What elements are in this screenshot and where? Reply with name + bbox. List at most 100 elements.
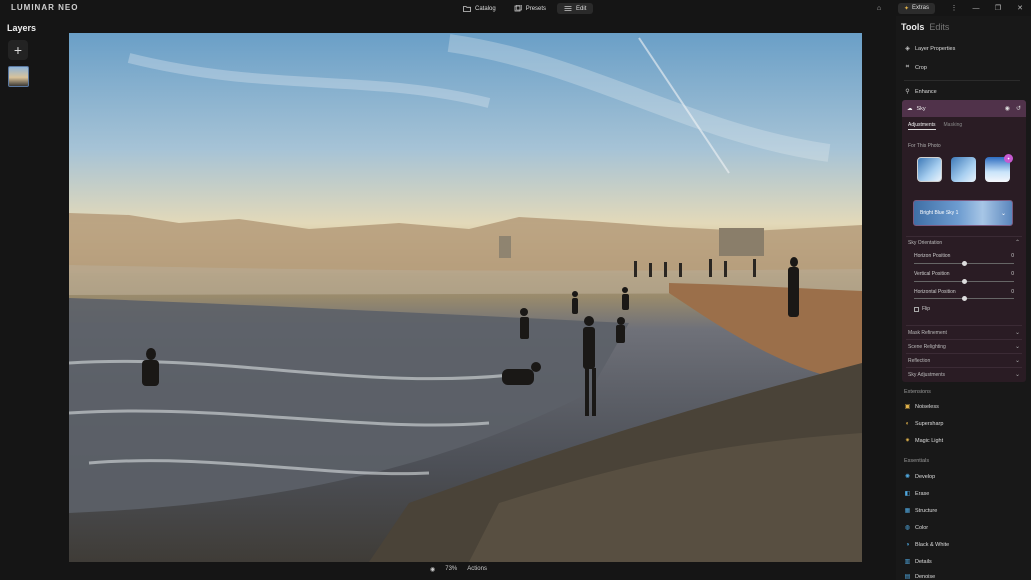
- sky-preset-2[interactable]: [951, 157, 976, 182]
- sky-header[interactable]: ☁ Sky ◉ ↺: [902, 100, 1026, 117]
- canvas-toolbar: ◉ 73% Actions: [430, 563, 487, 575]
- tab-adjustments[interactable]: Adjustments: [908, 122, 936, 130]
- slider-label: Horizontal Position: [914, 289, 956, 295]
- section-label: Sky Adjustments: [908, 371, 945, 378]
- tool-enhance[interactable]: ⚲ Enhance: [904, 88, 936, 96]
- cloud-icon: ☁: [907, 105, 913, 112]
- section-mask-refinement[interactable]: Mask Refinement ⌄: [908, 329, 1020, 337]
- minimize-icon[interactable]: —: [965, 0, 987, 16]
- section-reflection[interactable]: Reflection ⌄: [908, 357, 1020, 365]
- bell-icon[interactable]: ⌂: [868, 0, 890, 16]
- section-label: Mask Refinement: [908, 329, 947, 336]
- app-logo: LUMINAR NEO: [11, 3, 79, 12]
- chevron-up-icon: ⌃: [1014, 240, 1020, 246]
- slider-label: Vertical Position: [914, 271, 950, 277]
- sky-preset-1[interactable]: [917, 157, 942, 182]
- crop-icon: ⌗: [905, 64, 910, 70]
- tab-catalog-label: Catalog: [475, 5, 496, 12]
- tool-label: Erase: [915, 490, 930, 497]
- tool-structure[interactable]: ▦ Structure: [904, 507, 938, 515]
- slider-horizon-position: Horizon Position 0: [914, 253, 1014, 259]
- essentials-title: Essentials: [904, 458, 930, 464]
- divider: [906, 353, 1022, 354]
- section-sky-adjustments[interactable]: Sky Adjustments ⌄: [908, 371, 1020, 379]
- details-icon: ▥: [904, 559, 911, 565]
- flip-checkbox[interactable]: Flip: [914, 306, 930, 312]
- divider: [906, 236, 1022, 237]
- extras-icon: ✦: [903, 5, 909, 12]
- slider-vertical-position: Vertical Position 0: [914, 271, 1014, 277]
- tool-denoise[interactable]: ▤ Denoise: [904, 573, 936, 580]
- sliders-icon: [564, 6, 572, 11]
- add-layer-button[interactable]: +: [8, 40, 28, 60]
- extras-button[interactable]: ✦ Extras: [897, 2, 935, 14]
- chevron-down-icon: ⌄: [1000, 210, 1006, 217]
- slider-knob[interactable]: [961, 279, 967, 284]
- section-label: Reflection: [908, 357, 931, 364]
- close-icon[interactable]: ✕: [1009, 0, 1031, 16]
- extensions-title: Extensions: [904, 389, 931, 395]
- slider-value[interactable]: 0: [1011, 271, 1014, 277]
- folder-icon: [463, 6, 471, 12]
- tool-details[interactable]: ▥ Details: [904, 558, 932, 566]
- tool-label: Details: [915, 558, 932, 565]
- tool-noiseless[interactable]: ▣ Noiseless: [904, 403, 939, 411]
- extras-label: Extras: [911, 5, 929, 11]
- layers-title: Layers: [7, 23, 37, 33]
- sky-selection-dropdown[interactable]: Bright Blue Sky 1 ⌄: [913, 200, 1013, 226]
- photo-canvas[interactable]: [69, 33, 862, 562]
- sky-orientation-header[interactable]: Sky Orientation ⌃: [908, 239, 1020, 247]
- photo-image: [69, 34, 862, 562]
- checkbox-box[interactable]: [914, 306, 919, 312]
- tab-edit[interactable]: Edit: [557, 3, 594, 14]
- tab-presets-label: Presets: [525, 5, 547, 12]
- selected-sky-label: Bright Blue Sky 1: [920, 210, 959, 216]
- title-bar: LUMINAR NEO Catalog Presets Edit ⌂ ✦ Ext…: [0, 0, 1031, 16]
- sky-subtabs: Adjustments Masking: [908, 122, 962, 130]
- flip-label: Flip: [922, 306, 931, 312]
- maximize-icon[interactable]: ❐: [987, 0, 1009, 16]
- tool-erase[interactable]: ◧ Erase: [904, 490, 930, 498]
- tool-label: Noiseless: [915, 403, 939, 410]
- tool-label: Develop: [915, 473, 936, 480]
- eye-icon[interactable]: ◉: [430, 566, 435, 573]
- chevron-down-icon: ⌄: [1014, 344, 1020, 350]
- sky-title: Sky: [916, 105, 926, 112]
- app-window: LUMINAR NEO Catalog Presets Edit ⌂ ✦ Ext…: [0, 0, 1031, 580]
- develop-icon: ✺: [904, 474, 911, 480]
- tool-crop[interactable]: ⌗ Crop: [904, 64, 927, 71]
- tool-label: Color: [915, 524, 929, 531]
- tool-label: Layer Properties: [915, 45, 956, 52]
- divider: [906, 325, 1022, 326]
- reset-icon[interactable]: ↺: [1016, 105, 1021, 112]
- tool-label: Supersharp: [915, 420, 944, 427]
- menu-icon[interactable]: ⋮: [943, 0, 965, 16]
- section-scene-relighting[interactable]: Scene Relighting ⌄: [908, 343, 1020, 351]
- zoom-level[interactable]: 73%: [445, 566, 457, 572]
- tab-masking[interactable]: Masking: [944, 122, 963, 130]
- edits-tab[interactable]: Edits: [929, 22, 949, 32]
- supersharp-icon: ◐: [905, 420, 910, 427]
- tool-magic-light[interactable]: ✷ Magic Light: [904, 437, 943, 445]
- tool-label: Structure: [915, 507, 938, 514]
- tools-tab[interactable]: Tools: [901, 22, 924, 32]
- actions-menu[interactable]: Actions: [467, 566, 487, 572]
- tool-develop[interactable]: ✺ Develop: [904, 473, 936, 481]
- visibility-icon[interactable]: ◉: [1005, 105, 1010, 112]
- slider-value[interactable]: 0: [1011, 289, 1014, 295]
- tool-color[interactable]: ◍ Color: [904, 524, 929, 532]
- slider-value[interactable]: 0: [1011, 253, 1014, 259]
- tab-presets[interactable]: Presets: [507, 3, 553, 14]
- slider-knob[interactable]: [961, 296, 967, 301]
- chevron-down-icon: ⌄: [1014, 372, 1020, 378]
- tool-black-white[interactable]: ◑ Black & White: [904, 541, 950, 548]
- slider-label: Horizon Position: [914, 253, 951, 259]
- slider-horizontal-position: Horizontal Position 0: [914, 289, 1014, 295]
- slider-knob[interactable]: [961, 261, 967, 266]
- divider: [904, 80, 1020, 81]
- layer-thumbnail[interactable]: [8, 66, 29, 87]
- tab-catalog[interactable]: Catalog: [456, 3, 503, 14]
- sky-orientation-title: Sky Orientation: [908, 239, 943, 246]
- tool-supersharp[interactable]: ◐ Supersharp: [904, 420, 944, 427]
- tool-layer-properties[interactable]: ◈ Layer Properties: [904, 45, 956, 53]
